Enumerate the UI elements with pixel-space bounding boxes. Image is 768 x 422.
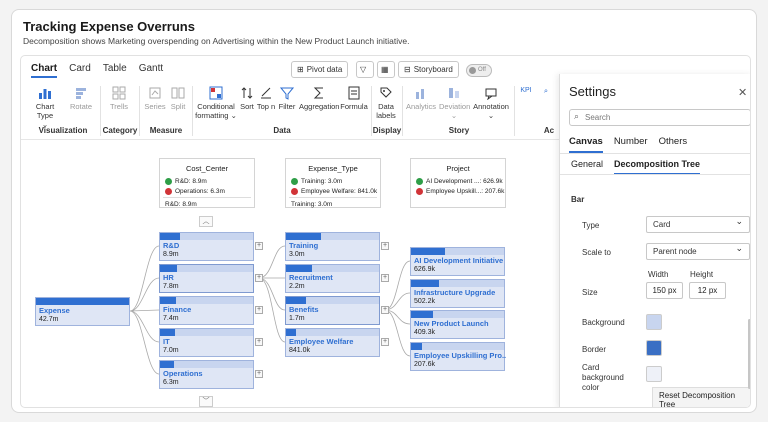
tree-node-hr[interactable]: HR 7.8m [159, 264, 254, 293]
expand-icon[interactable]: + [255, 242, 263, 250]
page-subtitle: Decomposition shows Marketing overspendi… [23, 36, 410, 46]
border-color-swatch[interactable] [646, 340, 662, 356]
height-input[interactable]: 12 px [689, 282, 726, 299]
expand-icon[interactable]: + [255, 274, 263, 282]
node-label: Benefits [289, 305, 319, 314]
node-label: Infrastructure Upgrade [414, 288, 496, 297]
node-label: IT [163, 337, 170, 346]
settings-subtabs: General Decomposition Tree [571, 159, 701, 175]
node-value: 207.6k [414, 361, 436, 368]
height-label: Height [690, 270, 714, 279]
report-card: Tracking Expense Overruns Decomposition … [11, 9, 757, 413]
node-value: 7.0m [163, 347, 179, 354]
node-value: 626.9k [414, 266, 436, 273]
node-label: HR [163, 273, 174, 282]
close-icon[interactable]: ✕ [738, 86, 747, 99]
page-title: Tracking Expense Overruns [23, 19, 195, 34]
tab-canvas[interactable]: Canvas [569, 136, 603, 153]
node-value: 841.0k [289, 347, 311, 354]
node-value: 3.0m [289, 251, 305, 258]
tab-others[interactable]: Others [659, 136, 688, 153]
expand-icon[interactable]: + [381, 338, 389, 346]
border-label: Border [582, 345, 607, 354]
node-value: 7.4m [163, 315, 179, 322]
scroll-down-button[interactable]: ﹀ [199, 396, 213, 407]
section-bar: Bar [571, 195, 585, 204]
settings-tabs: Canvas Number Others [569, 136, 687, 153]
scroll-up-button[interactable]: ︿ [199, 216, 213, 227]
tree-node-infrastructure-upgrade[interactable]: Infrastructure Upgrade 502.2k [410, 279, 505, 308]
node-value: 42.7m [39, 316, 59, 323]
tree-node-operations[interactable]: Operations 6.3m [159, 360, 254, 389]
tree-node-rd[interactable]: R&D 8.9m [159, 232, 254, 261]
divider [560, 174, 750, 175]
tab-general[interactable]: General [571, 159, 603, 175]
settings-title: Settings [569, 84, 616, 99]
node-label: Employee Upskilling Pro... [414, 351, 506, 360]
type-select[interactable]: Card [646, 214, 750, 233]
background-color-swatch[interactable] [646, 314, 662, 330]
settings-search-input[interactable]: Search [569, 109, 750, 126]
tab-number[interactable]: Number [614, 136, 648, 153]
node-label: New Product Launch [414, 319, 489, 328]
card-background-color-swatch[interactable] [646, 366, 662, 382]
expand-icon[interactable]: + [381, 306, 389, 314]
node-value: 6.3m [163, 379, 179, 386]
tree-node-it[interactable]: IT 7.0m [159, 328, 254, 357]
tree-node-employee-welfare[interactable]: Employee Welfare 841.0k [285, 328, 380, 357]
tree-node-employee-upskilling[interactable]: Employee Upskilling Pro... 207.6k [410, 342, 506, 371]
node-value: 409.3k [414, 329, 436, 336]
node-label: Employee Welfare [289, 337, 354, 346]
node-label: Training [289, 241, 319, 250]
expand-icon[interactable]: + [255, 370, 263, 378]
node-label: Finance [163, 305, 192, 314]
settings-panel: Settings ✕ Search Canvas Number Others G… [559, 74, 750, 407]
width-label: Width [648, 270, 669, 279]
settings-scrollbar[interactable] [748, 319, 750, 389]
card-background-label: Card background color [582, 363, 624, 392]
tree-node-finance[interactable]: Finance 7.4m [159, 296, 254, 325]
expand-icon[interactable]: + [381, 274, 389, 282]
expand-icon[interactable]: + [255, 338, 263, 346]
tree-node-recruitment[interactable]: Recruitment 2.2m [285, 264, 380, 293]
node-label: Operations [163, 369, 203, 378]
node-value: 502.2k [414, 298, 436, 305]
type-label: Type [582, 221, 600, 230]
expand-icon[interactable]: + [255, 306, 263, 314]
node-label: AI Development Initiative [414, 256, 504, 265]
size-label: Size [582, 288, 598, 297]
node-value: 2.2m [289, 283, 305, 290]
node-value: 7.8m [163, 283, 179, 290]
reset-decomposition-tree-button[interactable]: Reset Decomposition Tree [652, 387, 750, 407]
node-label: R&D [163, 241, 180, 250]
tree-node-root[interactable]: Expense 42.7m [35, 297, 130, 326]
tree-node-new-product-launch[interactable]: New Product Launch 409.3k [410, 310, 505, 339]
scale-select[interactable]: Parent node [646, 241, 750, 260]
node-value: 8.9m [163, 251, 179, 258]
tree-node-ai-development[interactable]: AI Development Initiative 626.9k [410, 247, 505, 276]
node-label: Expense [39, 306, 70, 315]
background-label: Background [582, 318, 625, 327]
node-value: 1.7m [289, 315, 305, 322]
expand-icon[interactable]: + [381, 242, 389, 250]
node-label: Recruitment [289, 273, 333, 282]
scale-label: Scale to [582, 248, 611, 257]
tab-decomposition-tree[interactable]: Decomposition Tree [614, 159, 701, 175]
tree-node-training[interactable]: Training 3.0m [285, 232, 380, 261]
tree-node-benefits[interactable]: Benefits 1.7m [285, 296, 380, 325]
width-input[interactable]: 150 px [646, 282, 683, 299]
divider [560, 153, 750, 154]
visual-container: Chart Card Table Gantt ⊞ Pivot data ▽ ▦ … [20, 55, 751, 408]
